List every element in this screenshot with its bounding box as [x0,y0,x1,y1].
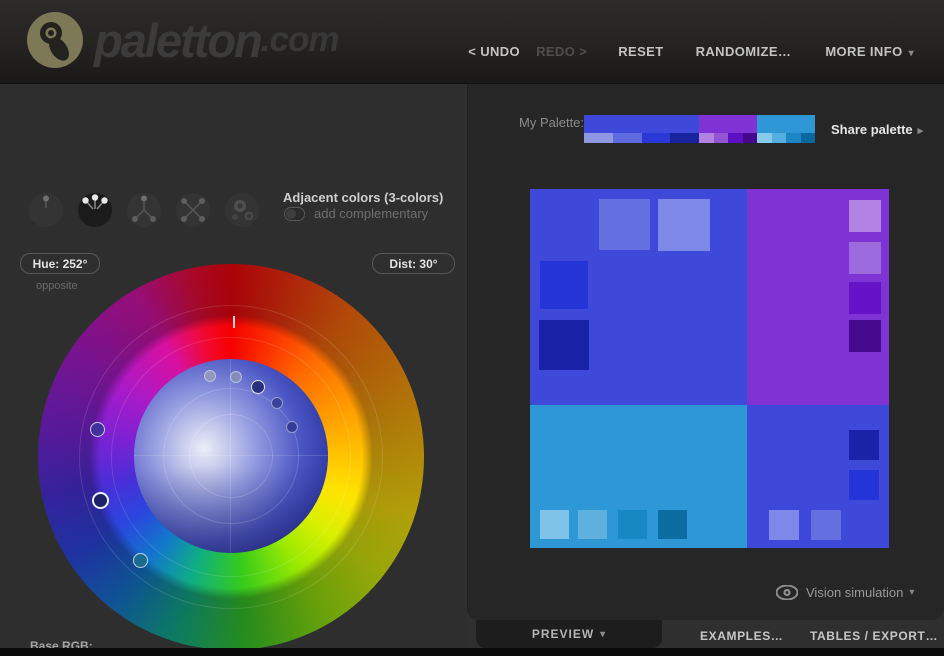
my-palette-strip[interactable] [584,115,815,143]
palette-swatch[interactable] [757,133,772,143]
scheme-monochromatic-icon[interactable] [28,192,64,228]
swatch[interactable] [811,510,841,540]
wheel-top-tick [233,316,235,328]
palette-swatch[interactable] [771,133,786,143]
variation-dot[interactable] [271,397,283,409]
swatch[interactable] [849,430,879,460]
palette-swatch[interactable] [728,133,743,143]
vision-simulation-label: Vision simulation [806,585,904,600]
palette-swatch[interactable] [641,133,671,143]
swatch[interactable] [658,510,687,539]
paletton-logo-icon [27,12,83,68]
palette-group-purple[interactable] [699,115,757,143]
chevron-down-icon: ▾ [908,48,914,59]
scheme-adjacent-icon-selected[interactable] [77,192,113,228]
share-palette-link[interactable]: Share palette ▸ [831,122,923,137]
undo-button[interactable]: < UNDO [468,44,520,59]
palette-swatch[interactable] [670,133,699,143]
palette-main-purple [699,115,757,133]
swatch[interactable] [849,282,881,314]
swatch[interactable] [540,261,588,309]
palette-swatch[interactable] [699,133,714,143]
saturation-brightness-ball[interactable] [134,359,328,553]
my-palette-label: My Palette: [519,115,585,130]
scheme-triad-icon[interactable] [126,192,162,228]
vision-simulation-control[interactable]: Vision simulation ▾ [776,585,914,600]
eye-icon [776,585,798,600]
more-info-button[interactable]: MORE INFO ▾ [825,44,914,59]
tab-examples[interactable]: EXAMPLES… [700,629,783,643]
scheme-type-selector [28,192,273,228]
palette-preview-grid[interactable] [530,189,889,548]
swatch[interactable] [540,510,569,539]
header-menu: < UNDO REDO > RESET RANDOMIZE… MORE INFO… [468,44,914,59]
swatch[interactable] [578,510,607,539]
chevron-down-icon: ▾ [909,587,915,598]
header: paletton .com < UNDO REDO > RESET RANDOMI… [0,0,944,84]
quadrant-cyan[interactable] [530,405,747,548]
palette-group-cyan[interactable] [757,115,815,143]
scheme-tetrad-icon[interactable] [175,192,211,228]
swatch[interactable] [599,199,650,250]
logo-suffix: .com [260,20,340,59]
swatch[interactable] [849,200,881,232]
swatch[interactable] [849,470,879,500]
ball-guide-line [134,455,328,456]
logo[interactable]: paletton .com [26,11,340,69]
reset-button[interactable]: RESET [618,44,663,59]
add-complementary-label: add complementary [314,206,429,221]
scheme-title: Adjacent colors (3-colors) [283,190,444,205]
quadrant-purple[interactable] [747,189,889,405]
palette-swatch[interactable] [786,133,801,143]
hue-marker-base[interactable] [92,492,109,509]
swatch[interactable] [849,320,881,352]
variation-dot[interactable] [286,421,298,433]
variation-dot[interactable] [230,371,242,383]
swatch[interactable] [769,510,799,540]
preview-panel: My Palette: Share palette ▸ Vision simul… [467,84,944,648]
footer-bar [0,648,944,656]
ball-guide-line [230,359,231,553]
toggle-knob [286,208,296,219]
swatch[interactable] [618,510,647,539]
scheme-freestyle-icon[interactable] [224,192,260,228]
preview-content: My Palette: Share palette ▸ Vision simul… [467,84,944,620]
logo-text: paletton [94,13,263,67]
hue-marker-secondary-2[interactable] [133,553,148,568]
quadrant-blue-2[interactable] [747,405,889,548]
quadrant-base-blue[interactable] [530,189,747,405]
randomize-button[interactable]: RANDOMIZE… [696,44,792,59]
palette-main-blue [584,115,699,133]
swatch[interactable] [658,199,710,251]
chevron-down-icon: ▾ [600,628,607,640]
redo-button[interactable]: REDO > [536,44,587,59]
swatch[interactable] [849,242,881,274]
scheme-panel: Adjacent colors (3-colors) add complemen… [0,84,467,656]
variation-dot-selected[interactable] [251,380,265,394]
palette-swatch[interactable] [612,133,642,143]
tab-preview[interactable]: PREVIEW ▾ [476,620,662,648]
palette-group-blue[interactable] [584,115,699,143]
palette-swatch[interactable] [742,133,757,143]
palette-swatch[interactable] [584,133,613,143]
palette-swatch[interactable] [800,133,815,143]
add-complementary-toggle[interactable] [284,206,305,221]
palette-main-cyan [757,115,815,133]
paletton-app: paletton .com < UNDO REDO > RESET RANDOMI… [0,0,944,656]
hue-marker-secondary-1[interactable] [90,422,105,437]
arrow-right-icon: ▸ [917,125,924,137]
color-wheel[interactable] [38,264,424,650]
swatch[interactable] [539,320,589,370]
variation-dot[interactable] [204,370,216,382]
tab-tables-export[interactable]: TABLES / EXPORT… [810,629,938,643]
add-complementary-toggle-row[interactable]: add complementary [284,206,428,221]
palette-swatch[interactable] [713,133,728,143]
